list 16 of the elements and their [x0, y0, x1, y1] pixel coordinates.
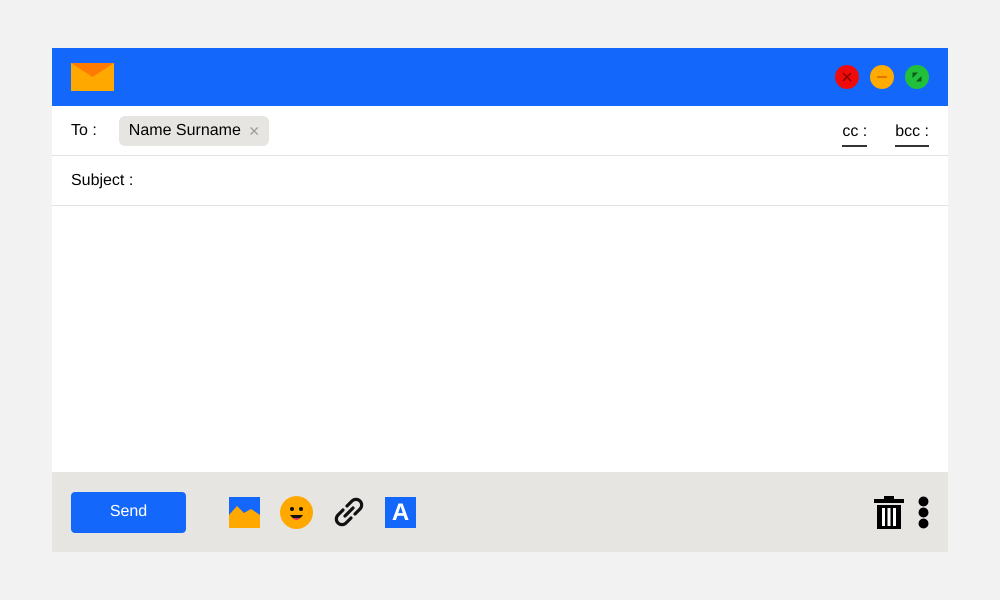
- minimize-icon[interactable]: [870, 65, 894, 89]
- emoji-icon[interactable]: [280, 496, 313, 528]
- trash-icon[interactable]: [874, 496, 904, 528]
- link-icon[interactable]: [333, 496, 365, 528]
- recipient-name: Name Surname: [128, 120, 241, 140]
- envelope-icon: [71, 63, 114, 91]
- maximize-icon[interactable]: [905, 65, 929, 89]
- bcc-link[interactable]: bcc :: [895, 122, 929, 147]
- text-format-button[interactable]: A: [385, 496, 416, 528]
- cc-link[interactable]: cc :: [842, 122, 868, 147]
- more-icon[interactable]: [918, 496, 929, 528]
- recipient-chip[interactable]: Name Surname ×: [118, 116, 270, 146]
- image-icon[interactable]: [229, 496, 260, 528]
- send-button[interactable]: Send: [71, 492, 186, 532]
- to-label: To :: [71, 120, 97, 140]
- subject-label: Subject :: [71, 170, 134, 190]
